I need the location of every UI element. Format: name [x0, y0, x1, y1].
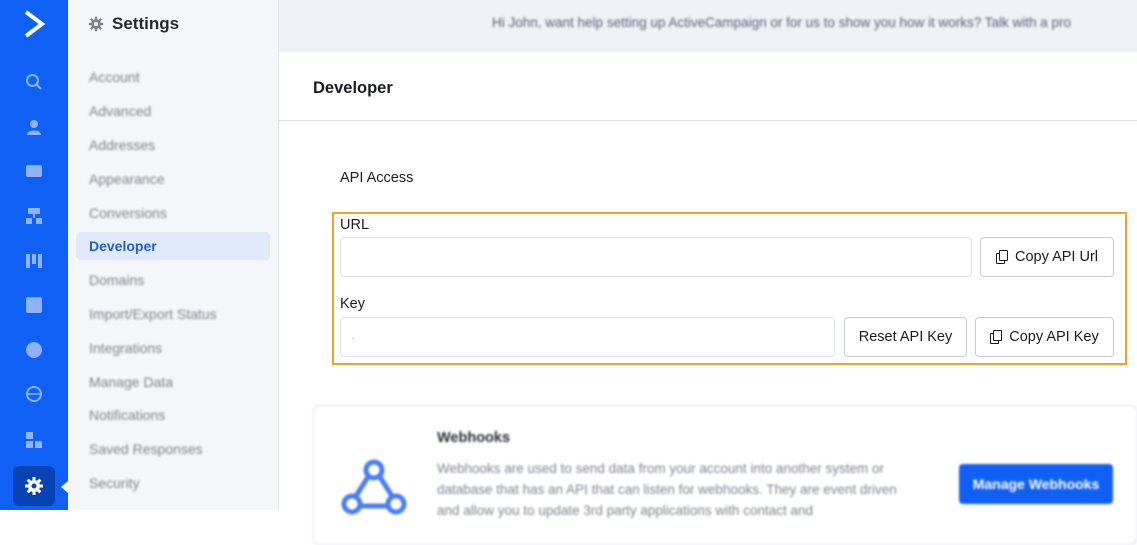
deals-icon[interactable]: [22, 249, 46, 273]
sidebar-item-manage-data[interactable]: Manage Data: [76, 368, 270, 396]
app-icon-rail: [0, 0, 68, 510]
webhooks-description: Webhooks are used to send data from your…: [437, 461, 897, 518]
copy-icon: [990, 329, 1003, 344]
campaigns-icon[interactable]: [22, 159, 46, 183]
sidebar-item-advanced[interactable]: Advanced: [76, 97, 270, 125]
copy-icon: [996, 249, 1008, 264]
gear-icon[interactable]: [13, 466, 55, 506]
help-banner-text[interactable]: Hi John, want help setting up ActiveCamp…: [492, 15, 1071, 30]
conversations-icon[interactable]: [22, 338, 46, 362]
website-icon[interactable]: [22, 382, 46, 406]
sidebar-item-conversions[interactable]: Conversions: [76, 199, 270, 227]
url-label: URL: [340, 217, 370, 233]
api-access-heading: API Access: [340, 170, 414, 186]
reset-api-key-label: Reset API Key: [858, 329, 953, 345]
copy-api-url-button[interactable]: Copy API Url: [980, 237, 1114, 277]
webhooks-card: Webhooks Webhooks are used to send data …: [313, 405, 1137, 545]
reset-api-key-button[interactable]: Reset API Key: [844, 317, 967, 357]
sidebar-item-import-export-status[interactable]: Import/Export Status: [76, 300, 270, 328]
settings-sidebar: Settings Account Advanced Addresses Appe…: [68, 0, 279, 510]
copy-api-key-label: Copy API Key: [1009, 329, 1099, 345]
webhooks-title: Webhooks: [437, 430, 511, 446]
settings-title-text: Settings: [112, 14, 180, 33]
copy-api-url-label: Copy API Url: [1015, 249, 1098, 265]
activecampaign-logo-icon[interactable]: [22, 10, 46, 38]
sidebar-item-developer[interactable]: Developer: [76, 232, 270, 260]
apps-icon[interactable]: [22, 428, 46, 452]
sidebar-item-saved-responses[interactable]: Saved Responses: [76, 435, 270, 463]
api-url-field[interactable]: [340, 237, 972, 277]
sidebar-item-security[interactable]: Security: [76, 469, 270, 497]
api-key-field[interactable]: [340, 317, 835, 357]
sidebar-item-integrations[interactable]: Integrations: [76, 334, 270, 362]
active-caret: [61, 481, 68, 493]
key-label: Key: [340, 296, 365, 312]
manage-webhooks-button[interactable]: Manage Webhooks: [959, 464, 1113, 504]
settings-title: Settings: [88, 14, 179, 34]
reports-icon[interactable]: [22, 293, 46, 317]
automations-icon[interactable]: [22, 204, 46, 228]
contacts-icon[interactable]: [22, 115, 46, 139]
search-icon[interactable]: [22, 70, 46, 94]
sidebar-item-addresses[interactable]: Addresses: [76, 131, 270, 159]
sidebar-item-appearance[interactable]: Appearance: [76, 165, 270, 193]
settings-gear-icon: [88, 16, 104, 32]
help-banner: Hi John, want help setting up ActiveCamp…: [279, 0, 1137, 52]
copy-api-key-button[interactable]: Copy API Key: [975, 317, 1114, 357]
page-header: Developer: [279, 52, 1137, 121]
webhooks-icon: [341, 459, 407, 515]
sidebar-item-account[interactable]: Account: [76, 63, 270, 91]
sidebar-item-domains[interactable]: Domains: [76, 266, 270, 294]
page-title: Developer: [313, 79, 393, 97]
sidebar-item-notifications[interactable]: Notifications: [76, 401, 270, 429]
